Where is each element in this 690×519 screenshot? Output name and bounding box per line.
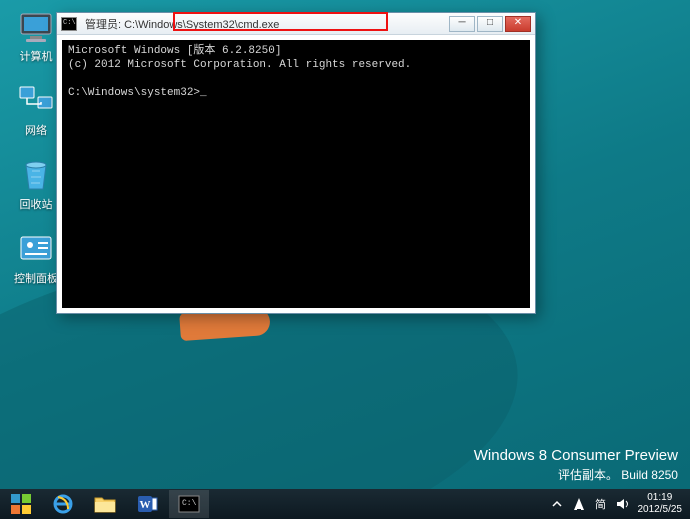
console-line: (c) 2012 Microsoft Corporation. All righ… (68, 59, 411, 71)
svg-text:C:\: C:\ (182, 499, 197, 508)
taskbar-cmd[interactable]: C:\ (169, 490, 209, 518)
control-panel-icon (17, 230, 55, 268)
taskbar: W C:\ 简 01:19 2012/5/25 (0, 489, 690, 519)
ime-indicator[interactable]: 简 (593, 496, 609, 512)
watermark-line2: 评估副本。 Build 8250 (474, 466, 678, 483)
console-line: Microsoft Windows [版本 6.2.8250] (68, 45, 281, 57)
window-title: 管理员: C:\Windows\System32\cmd.exe (81, 16, 283, 32)
clock[interactable]: 01:19 2012/5/25 (638, 492, 683, 516)
desktop: 计算机 网络 回收站 控制面板 管理员: C:\Windows\System32… (0, 0, 690, 519)
start-button[interactable] (1, 490, 41, 518)
system-tray: 简 01:19 2012/5/25 (546, 492, 690, 516)
maximize-button[interactable]: □ (477, 16, 503, 32)
cmd-title-icon (61, 17, 77, 31)
cursor: _ (200, 87, 207, 99)
network-icon (17, 82, 55, 120)
taskbar-ie[interactable] (43, 490, 83, 518)
tray-chevron-up-icon[interactable] (549, 496, 565, 512)
close-button[interactable]: ✕ (505, 16, 531, 32)
taskbar-word[interactable]: W (127, 490, 167, 518)
cmd-window: 管理员: C:\Windows\System32\cmd.exe ─ □ ✕ M… (56, 12, 536, 314)
minimize-button[interactable]: ─ (449, 16, 475, 32)
watermark-line1: Windows 8 Consumer Preview (474, 447, 678, 464)
action-center-icon[interactable] (571, 496, 587, 512)
console-prompt: C:\Windows\system32> (68, 87, 200, 99)
titlebar[interactable]: 管理员: C:\Windows\System32\cmd.exe ─ □ ✕ (57, 13, 535, 35)
computer-icon (17, 8, 55, 46)
clock-time: 01:19 (638, 492, 683, 504)
clock-date: 2012/5/25 (638, 504, 683, 516)
recycle-bin-icon (17, 156, 55, 194)
watermark: Windows 8 Consumer Preview 评估副本。 Build 8… (474, 447, 678, 483)
taskbar-explorer[interactable] (85, 490, 125, 518)
volume-icon[interactable] (615, 496, 631, 512)
svg-text:W: W (140, 499, 151, 511)
console-output[interactable]: Microsoft Windows [版本 6.2.8250] (c) 2012… (62, 40, 530, 308)
